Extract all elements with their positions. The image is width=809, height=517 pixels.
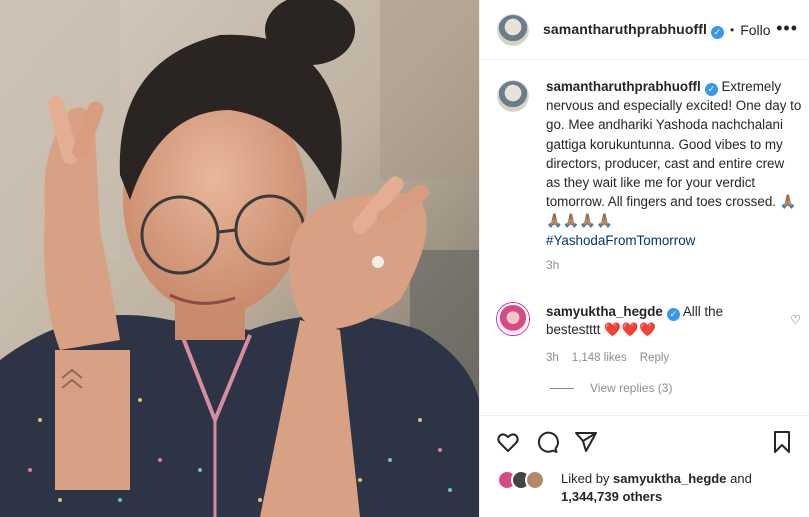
action-bar: Liked by samyuktha_hegde and 1,344,739 o… [480, 415, 809, 517]
replies-divider [550, 387, 574, 389]
author-avatar[interactable] [497, 13, 529, 46]
verified-icon: ✓ [666, 308, 680, 321]
comment-time[interactable]: 3h [546, 349, 559, 367]
liker-avatar [525, 470, 545, 490]
share-icon[interactable] [574, 430, 600, 456]
author-username[interactable]: samantharuthprabhuoffl ✓ [543, 21, 724, 39]
post-side-panel: samantharuthprabhuoffl ✓ • Follo ••• sama… [479, 0, 809, 517]
comment-item: samyuktha_hegde ✓ Alll the bestestttt ❤️❤… [497, 303, 797, 367]
comment-meta: 3h 1,148 likes Reply [546, 349, 778, 367]
likes-text: Liked by samyuktha_hegde and 1,344,739 o… [561, 471, 752, 504]
caption-avatar[interactable] [497, 80, 529, 112]
comment-like-heart-icon[interactable]: ♡ [790, 313, 801, 327]
separator-dot: • [729, 22, 735, 37]
likes-count[interactable]: 1,344,739 others [561, 489, 662, 504]
comment-hearts: ❤️❤️❤️ [604, 322, 658, 337]
reply-button[interactable]: Reply [640, 349, 669, 367]
post-modal: samantharuthprabhuoffl ✓ • Follo ••• sama… [0, 0, 809, 517]
commenter-username[interactable]: samyuktha_hegde [546, 304, 663, 319]
bookmark-icon[interactable] [770, 430, 796, 456]
caption-username[interactable]: samantharuthprabhuoffl [546, 79, 701, 94]
liker-username[interactable]: samyuktha_hegde [613, 471, 726, 486]
commenter-avatar[interactable] [497, 303, 529, 335]
heart-icon[interactable] [496, 430, 522, 456]
more-options-icon[interactable]: ••• [776, 19, 798, 37]
comments-area[interactable]: samantharuthprabhuoffl ✓ Extremely nervou… [480, 61, 809, 415]
caption-block: samantharuthprabhuoffl ✓ Extremely nervou… [497, 77, 802, 275]
comment-icon[interactable] [535, 430, 561, 456]
caption-body: Extremely nervous and especially excited… [546, 79, 802, 229]
view-replies[interactable]: View replies (3) [550, 381, 672, 395]
caption-text: samantharuthprabhuoffl ✓ Extremely nervou… [546, 77, 802, 275]
liker-avatars[interactable] [497, 470, 557, 490]
photo-illustration [0, 0, 479, 517]
hashtag-link[interactable]: #YashodaFromTomorrow [546, 231, 802, 250]
verified-icon: ✓ [704, 83, 718, 96]
view-replies-label[interactable]: View replies (3) [590, 381, 672, 395]
likes-summary: Liked by samyuktha_hegde and 1,344,739 o… [497, 470, 801, 506]
comment-text: samyuktha_hegde ✓ Alll the bestestttt ❤️❤… [546, 303, 778, 367]
verified-icon: ✓ [710, 25, 724, 39]
post-header: samantharuthprabhuoffl ✓ • Follo ••• [480, 0, 809, 60]
post-photo[interactable] [0, 0, 479, 517]
follow-button[interactable]: Follo [740, 22, 770, 38]
comment-likes[interactable]: 1,148 likes [572, 349, 627, 367]
caption-time[interactable]: 3h [546, 256, 802, 275]
